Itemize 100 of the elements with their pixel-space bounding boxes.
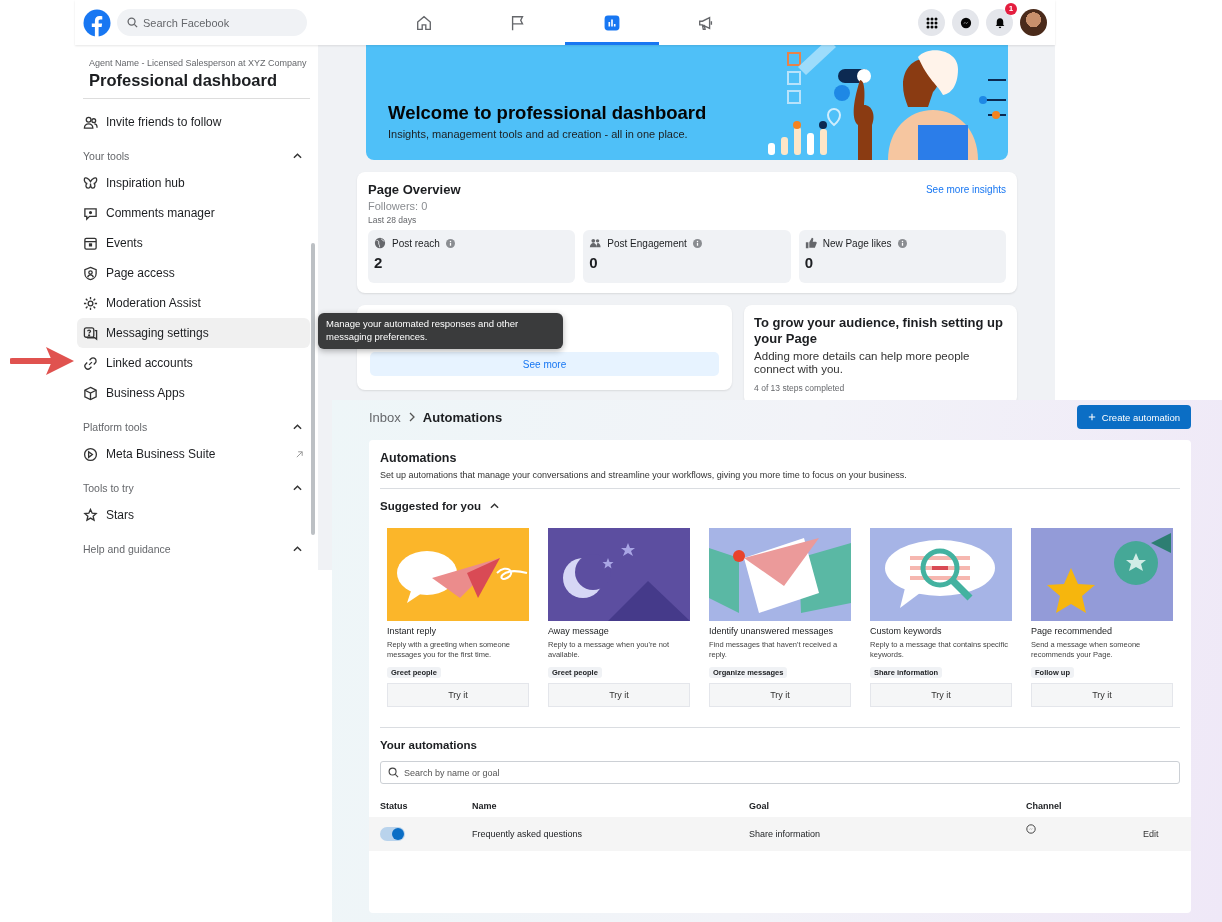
butterfly-icon (83, 175, 98, 191)
chevron-up-icon[interactable] (489, 503, 499, 509)
info-icon[interactable] (897, 238, 907, 248)
search-icon (127, 17, 138, 28)
sidebar-item[interactable]: Inspiration hub (77, 168, 310, 198)
bar-chart-icon (603, 13, 621, 32)
shield-icon (83, 265, 98, 281)
globe-icon (374, 237, 386, 249)
stars-icon (83, 507, 98, 523)
people-icon (589, 237, 602, 249)
suggestion-title: Instant reply (387, 626, 438, 636)
metric-label: Post reach (392, 237, 440, 249)
sidebar-item[interactable]: Stars (77, 500, 310, 530)
chat-question-icon (83, 325, 98, 341)
banner-subtitle: Insights, management tools and ad creation - all in one place. (388, 128, 689, 140)
column-header: Goal (749, 801, 770, 811)
chevron-right-icon (408, 412, 415, 422)
logo-icon[interactable] (83, 8, 111, 37)
sidebar-item[interactable]: Meta Business Suite (77, 439, 310, 469)
metric-label: Post Engagement (607, 237, 687, 249)
sidebar-item-label: Stars (106, 508, 135, 522)
messenger-button[interactable] (952, 9, 979, 36)
column-header: Status (380, 801, 409, 811)
period-label: Last 28 days (368, 215, 418, 225)
suggestion-title: Away message (548, 626, 610, 636)
sidebar-item-label: Moderation Assist (106, 296, 202, 310)
try-it-button[interactable]: Try it (1031, 683, 1173, 707)
avatar[interactable] (1020, 9, 1047, 36)
menu-button[interactable] (918, 9, 945, 36)
card-title: Page Overview (368, 182, 461, 197)
breadcrumb-link[interactable]: Inbox (369, 409, 401, 425)
chevron-up-icon[interactable] (293, 545, 302, 552)
sidebar-item-label: Page access (106, 266, 176, 280)
external-link-icon (295, 449, 304, 459)
sidebar-item-label: Events (106, 236, 144, 250)
section-title: Platform tools (83, 420, 148, 433)
bell-icon (993, 16, 1006, 29)
notifications-button[interactable] (986, 9, 1013, 36)
suggestion-title: Page recommended (1031, 626, 1114, 636)
messenger-icon (959, 16, 972, 29)
banner-title: Welcome to professional dashboard (388, 102, 707, 124)
notification-badge: 1 (1005, 3, 1017, 15)
chevron-up-icon[interactable] (293, 423, 302, 430)
sidebar-item[interactable]: Events (77, 228, 310, 258)
try-it-button[interactable]: Try it (870, 683, 1012, 707)
calendar-icon (83, 235, 98, 251)
create-automation-button[interactable]: Create automation (1076, 405, 1191, 429)
card-title: Automations (380, 451, 458, 465)
section-title: Your automations (380, 739, 478, 751)
tooltip: Manage your automated responses and other messaging preferences. (318, 313, 563, 349)
table-cell-text: Frequently asked questions (472, 829, 584, 839)
progress-label: 4 of 13 steps completed (754, 383, 846, 394)
sidebar-item[interactable]: Messaging settings (77, 318, 310, 348)
sidebar-item[interactable]: Linked accounts (77, 348, 310, 378)
scrollbar[interactable] (311, 243, 315, 535)
search-field[interactable]: Search Facebook (117, 9, 307, 36)
thumbs-up-icon (804, 237, 817, 249)
messenger-icon (1026, 824, 1036, 834)
edit-link[interactable]: Edit (1143, 829, 1159, 839)
chevron-up-icon[interactable] (293, 484, 302, 491)
try-it-button[interactable]: Try it (709, 683, 851, 707)
info-icon[interactable] (692, 238, 702, 248)
card-title: To grow your audience, finish setting up your Page (754, 315, 1004, 348)
suggestion-title: Identify unanswered messages (709, 626, 835, 636)
column-header: Name (472, 801, 498, 811)
sidebar-item[interactable]: Page access (77, 258, 310, 288)
comment-icon (83, 205, 98, 221)
link-icon (83, 355, 98, 371)
see-more-insights-link[interactable]: See more insights (925, 184, 1006, 195)
sidebar-item[interactable]: Moderation Assist (77, 288, 310, 318)
sidebar-item-label: Invite friends to follow (106, 115, 223, 129)
sidebar-item[interactable]: Comments manager (77, 198, 310, 228)
gear-icon (83, 295, 98, 311)
suggestion-title: Custom keywords (870, 626, 943, 636)
sidebar-item[interactable]: Invite friends to follow (77, 107, 310, 137)
sidebar-item-label: Messaging settings (106, 326, 210, 340)
flag-icon (509, 13, 527, 32)
grid-icon (925, 16, 938, 29)
status-toggle[interactable] (380, 827, 405, 841)
sidebar-item[interactable]: Business Apps (77, 378, 310, 408)
see-more-button[interactable]: See more (370, 352, 720, 376)
sidebar-item-label: Business Apps (106, 386, 186, 400)
table-cell-text: Share information (749, 829, 822, 839)
sidebar-item-label: Meta Business Suite (106, 447, 217, 461)
cube-icon (83, 385, 98, 401)
section-title: Help and guidance (83, 542, 171, 555)
card-text: Adding more details can help more people connect with you. (754, 349, 971, 378)
chevron-up-icon[interactable] (293, 152, 302, 159)
search-field[interactable]: Search by name or goal (380, 761, 1180, 784)
metric-value: 0 (589, 254, 599, 271)
try-it-button[interactable]: Try it (387, 683, 529, 707)
info-icon[interactable] (445, 238, 455, 248)
search-icon (388, 767, 399, 778)
section-title: Suggested for you (380, 500, 481, 512)
home-icon (415, 13, 433, 32)
sidebar-title: Professional dashboard (89, 71, 278, 90)
try-it-button[interactable]: Try it (548, 683, 690, 707)
section-title: Tools to try (83, 481, 134, 494)
metric-value: 2 (374, 254, 384, 271)
people-icon (83, 114, 98, 130)
